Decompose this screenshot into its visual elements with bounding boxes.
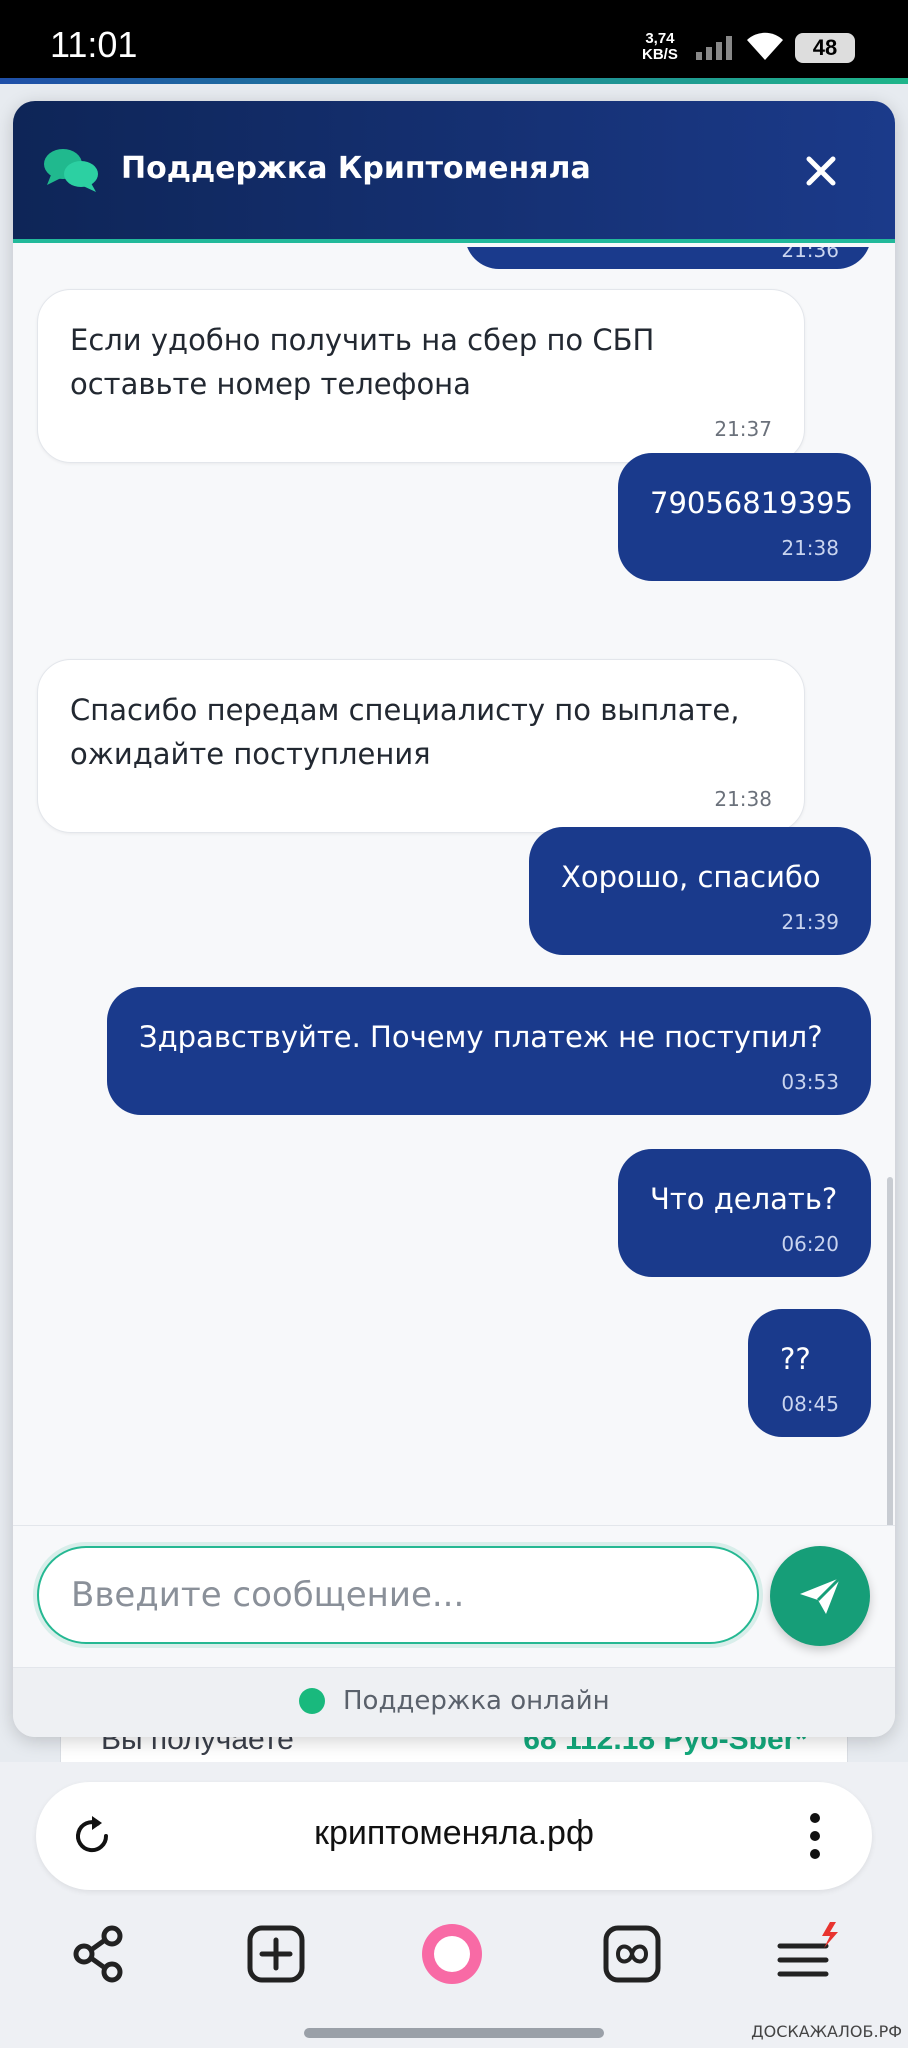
address-bar[interactable]: криптоменяла.рф <box>36 1782 872 1890</box>
message-time: 21:38 <box>714 787 772 811</box>
message-text: Что делать? <box>650 1182 838 1216</box>
message-input[interactable] <box>37 1546 759 1644</box>
message-bubble-incoming: Если удобно получить на сбер по СБП оста… <box>37 289 805 463</box>
send-button[interactable] <box>770 1546 870 1646</box>
message-composer <box>13 1525 895 1667</box>
message-time: 21:36 <box>781 247 839 262</box>
tabs-icon[interactable] <box>600 1922 664 1986</box>
support-status: Поддержка онлайн <box>13 1667 895 1737</box>
message-text: Спасибо передам специалисту по выплате, … <box>70 693 740 771</box>
chat-bubbles-icon <box>44 149 98 192</box>
chat-title: Поддержка Криптоменяла <box>121 151 591 186</box>
share-icon[interactable] <box>66 1922 130 1986</box>
message-bubble-incoming: Спасибо передам специалисту по выплате, … <box>37 659 805 833</box>
new-tab-icon[interactable] <box>244 1922 308 1986</box>
address-url[interactable]: криптоменяла.рф <box>36 1814 872 1853</box>
message-time: 21:37 <box>714 417 772 441</box>
home-indicator[interactable] <box>304 2028 604 2038</box>
browser-toolbar: криптоменяла.рф <box>0 1762 908 2048</box>
message-time: 06:20 <box>781 1232 839 1256</box>
network-speed-value: 3,74 <box>645 30 675 47</box>
message-text: Здравствуйте. Почему платеж не поступил? <box>139 1020 823 1054</box>
online-indicator <box>299 1688 325 1714</box>
menu-icon[interactable] <box>776 1922 840 1986</box>
status-time: 11:01 <box>50 24 138 65</box>
message-time: 21:39 <box>781 910 839 934</box>
message-bubble-outgoing: Хорошо, спасибо 21:39 <box>529 827 871 955</box>
battery-indicator: 48 <box>795 33 855 63</box>
signal-icon <box>696 36 732 60</box>
chat-header: Поддержка Криптоменяла <box>13 101 895 243</box>
message-text: Хорошо, спасибо <box>561 860 821 894</box>
network-speed: 3,74 KB/S <box>642 31 678 63</box>
close-icon[interactable] <box>803 153 839 189</box>
status-bar: 11:01 3,74 KB/S 48 <box>0 0 908 78</box>
message-bubble-partial: 21:36 <box>465 247 871 269</box>
message-time: 08:45 <box>781 1392 839 1416</box>
menu-dots-icon[interactable] <box>808 1812 822 1860</box>
support-chat-window: Поддержка Криптоменяла 21:36 Если удобно… <box>13 101 895 1737</box>
message-bubble-outgoing: 79056819395 21:38 <box>618 453 871 581</box>
wifi-icon <box>747 32 783 60</box>
network-speed-unit: KB/S <box>642 46 678 63</box>
message-text: 79056819395 <box>650 486 853 520</box>
watermark-text: ДОСКАЖАЛОБ.РФ <box>751 2022 902 2041</box>
message-list[interactable]: 21:36 Если удобно получить на сбер по СБ… <box>13 247 895 1627</box>
message-time: 21:38 <box>781 536 839 560</box>
message-time: 03:53 <box>781 1070 839 1094</box>
message-bubble-outgoing: ?? 08:45 <box>748 1309 871 1437</box>
message-bubble-outgoing: Что делать? 06:20 <box>618 1149 871 1277</box>
message-bubble-outgoing: Здравствуйте. Почему платеж не поступил?… <box>107 987 871 1115</box>
message-text: Если удобно получить на сбер по СБП оста… <box>70 323 655 401</box>
alice-icon[interactable] <box>420 1922 484 1986</box>
browser-nav-bar <box>0 1922 908 2012</box>
online-status-label: Поддержка онлайн <box>343 1686 610 1716</box>
send-icon <box>800 1576 842 1614</box>
message-text: ?? <box>780 1342 811 1376</box>
